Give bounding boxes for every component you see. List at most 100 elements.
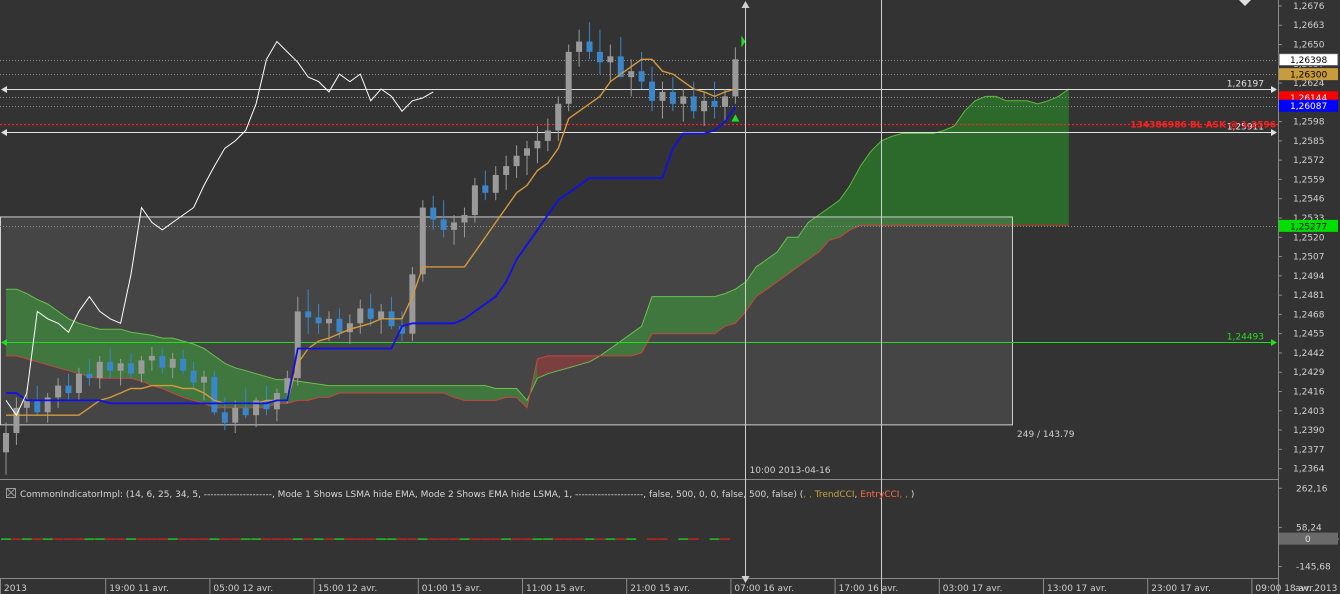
- indicator-tick-label: 262,16: [1296, 484, 1328, 494]
- time-axis-label: 11:00 15 avr.: [526, 584, 586, 594]
- price-tag-label: 1,26300: [1290, 71, 1327, 81]
- price-tick-label: 1,2481: [1293, 291, 1325, 301]
- candle-body: [544, 130, 551, 141]
- trading-chart[interactable]: 249 / 143.79 1,261971,259111,24493134386…: [0, 0, 1340, 594]
- candle-body: [357, 308, 364, 324]
- candle-body: [471, 185, 478, 216]
- candle-body: [628, 71, 635, 78]
- price-tick-label: 1,2364: [1293, 465, 1325, 475]
- measure-box[interactable]: 249 / 143.79: [0, 216, 1075, 440]
- price-tick-label: 1,2416: [1293, 388, 1325, 398]
- candle-body: [159, 355, 166, 368]
- candle-body: [649, 81, 656, 101]
- candle-body: [430, 207, 437, 220]
- time-axis-label: 07:00 16 avr.: [734, 584, 794, 594]
- candle-body: [367, 308, 374, 319]
- candle-body: [732, 59, 739, 97]
- indicator-caption-placeholder: , ,: [803, 490, 815, 500]
- candle-body: [482, 185, 489, 193]
- horizontal-line-label: 1,26197: [1227, 80, 1264, 90]
- time-axis-label: 2013: [4, 584, 27, 594]
- price-tick-label: 1,2507: [1293, 253, 1325, 263]
- time-axis-label: 01:00 15 avr.: [422, 584, 482, 594]
- price-tick-label: 1,2377: [1293, 445, 1325, 455]
- candle-body: [263, 400, 270, 410]
- candle-body: [524, 148, 530, 156]
- candle-body: [586, 41, 593, 52]
- price-tick-label: 1,2572: [1293, 156, 1325, 166]
- candle-body: [294, 311, 301, 379]
- candle-body: [128, 363, 135, 374]
- candle-body: [65, 385, 72, 393]
- candle-body: [117, 363, 124, 371]
- price-tick-label: 1,2442: [1293, 349, 1325, 359]
- candle-body: [701, 100, 708, 112]
- price-tick-label: 1,2390: [1293, 426, 1325, 436]
- horizontal-line-label: 1,24493: [1227, 333, 1264, 343]
- time-axis-label: 13:00 17 avr.: [1047, 584, 1107, 594]
- candle-body: [242, 407, 249, 416]
- indicator-zero-tag-label: 0: [1305, 535, 1311, 545]
- panel-collapse-icon[interactable]: [1239, 0, 1251, 6]
- candle-body: [451, 222, 458, 230]
- price-tick-label: 1,2676: [1293, 2, 1325, 12]
- time-axis-label: 15:00 12 avr.: [318, 584, 378, 594]
- candle-body: [138, 360, 145, 374]
- candle-body: [680, 96, 687, 104]
- indicator-caption-trendcci: TrendCCI: [814, 490, 855, 500]
- time-axis-label: 17:00 16 avr.: [839, 584, 899, 594]
- time-axis-label: 21:00 15 avr.: [630, 584, 690, 594]
- candle-body: [315, 317, 322, 324]
- candle-body: [148, 355, 155, 361]
- price-tick-label: 1,2455: [1293, 330, 1325, 340]
- indicator-caption-entrycci: EntryCCI: [860, 490, 900, 500]
- price-tick-label: 1,2598: [1293, 118, 1325, 128]
- candle-body: [221, 412, 228, 423]
- time-axis-label: 05:00 12 avr.: [213, 584, 273, 594]
- candle-body: [492, 174, 499, 193]
- price-tick-label: 1,2650: [1293, 40, 1325, 50]
- candle-body: [305, 311, 312, 318]
- price-tick-label: 1,2429: [1293, 368, 1325, 378]
- candle-body: [75, 373, 82, 393]
- candle-body: [326, 318, 333, 324]
- crosshair-time-label: 10:00 2013-04-16: [750, 466, 831, 476]
- price-tick-label: 1,2520: [1293, 233, 1325, 243]
- ask-order-label: 134386986 BL ASK @ 1,2596: [1130, 121, 1276, 131]
- candle-body: [440, 219, 447, 230]
- selection-rectangle[interactable]: [0, 216, 1013, 426]
- candle-body: [669, 91, 676, 104]
- time-axis-label: avr. 2013: [1295, 584, 1337, 594]
- indicator-caption[interactable]: CommonIndicatorImpl: (14, 6, 25, 34, 5, …: [6, 488, 914, 502]
- candle-body: [336, 318, 343, 333]
- price-tick-label: 1,2494: [1293, 272, 1325, 282]
- indicator-caption-end: ): [910, 490, 915, 500]
- price-tick-label: 1,2546: [1293, 195, 1325, 205]
- candle-body: [576, 41, 583, 52]
- candle-body: [607, 56, 614, 63]
- price-tick-label: 1,2663: [1293, 21, 1325, 31]
- candle-body: [659, 91, 666, 101]
- close-panel-icon[interactable]: [6, 488, 16, 498]
- time-axis-label: 23:00 17 avr.: [1151, 584, 1211, 594]
- time-axis-label: 19:00 11 avr.: [109, 584, 169, 594]
- indicator-caption-placeholder-2: , ,: [899, 490, 911, 500]
- indicator-tick-label: -145,68: [1296, 563, 1331, 573]
- candle-body: [34, 400, 41, 413]
- candle-body: [419, 207, 426, 275]
- candle-body: [638, 71, 645, 82]
- price-tag-label: 1,26398: [1290, 56, 1327, 66]
- price-tick-label: 1,2468: [1293, 310, 1325, 320]
- candle-body: [721, 96, 728, 107]
- candle-body: [711, 100, 718, 107]
- candle-body: [690, 96, 697, 112]
- candle-body: [180, 358, 187, 371]
- candle-body: [96, 361, 103, 379]
- price-tick-label: 1,2559: [1293, 175, 1325, 185]
- candle-body: [200, 376, 207, 383]
- candle-body: [565, 51, 572, 104]
- candle-body: [513, 155, 520, 167]
- indicator-tick-label: 58,24: [1296, 523, 1322, 533]
- candle-body: [169, 358, 176, 368]
- candle-body: [503, 166, 510, 175]
